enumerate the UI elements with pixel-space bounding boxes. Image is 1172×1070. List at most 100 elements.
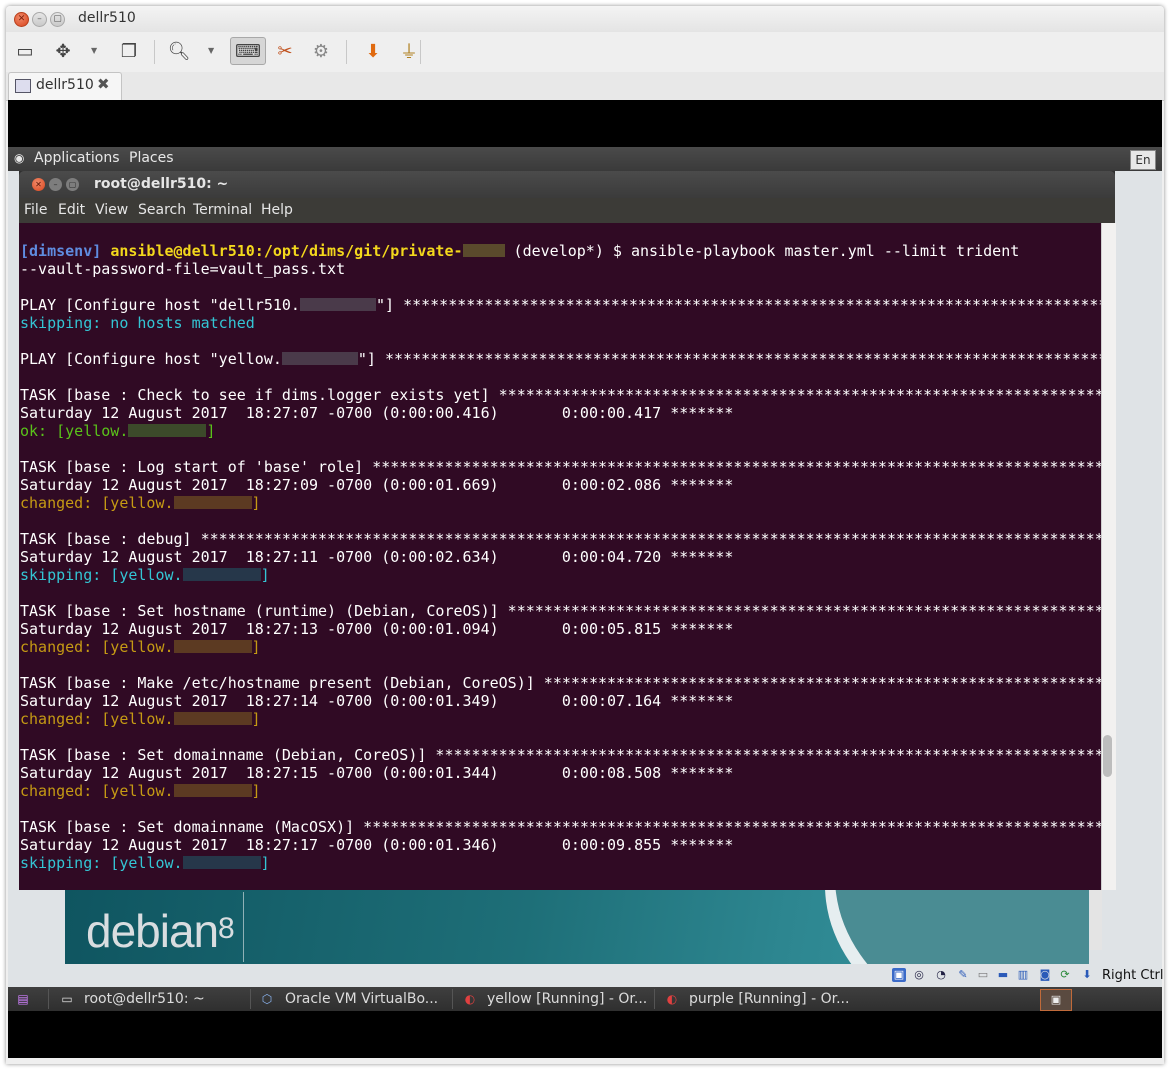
terminal-output[interactable]: [dimsenv] ansible@dellr510:/opt/dims/git… (19, 223, 1101, 890)
fit-window-icon[interactable]: ✥ (50, 38, 76, 64)
maximize-window-button[interactable]: ▢ (50, 12, 65, 27)
wallpaper-divider (243, 892, 244, 962)
task-result-changed: changed: [yellow.] (20, 782, 261, 800)
redacted-text (182, 568, 261, 581)
menu-file[interactable]: File (24, 202, 47, 218)
task-result-skipping: skipping: [yellow.] (20, 566, 270, 584)
taskbar-separator (250, 989, 251, 1009)
task-header: TASK [base : Set hostname (runtime) (Deb… (20, 602, 1101, 620)
task-timestamp: Saturday 12 August 2017 18:27:11 -0700 (… (20, 548, 734, 566)
show-desktop-icon[interactable]: ▤ (16, 992, 30, 1006)
menu-edit[interactable]: Edit (58, 202, 85, 218)
guest-screen-bottom (8, 1011, 1162, 1058)
minimize-terminal-button[interactable]: – (49, 178, 62, 191)
close-terminal-button[interactable]: ✕ (32, 178, 45, 191)
task-header: TASK [base : Set domainname (Debian, Cor… (20, 746, 1101, 764)
tab-dellr510[interactable]: dellr510 ✖ (8, 72, 122, 100)
task-timestamp: Saturday 12 August 2017 18:27:13 -0700 (… (20, 620, 734, 638)
workspace-icon: ▣ (1050, 993, 1062, 1006)
redacted-text (182, 856, 261, 869)
guest-scrollbar[interactable] (1090, 890, 1102, 950)
play-result: skipping: no hosts matched (20, 314, 255, 332)
prompt-branch: (develop*) $ (513, 242, 622, 260)
host-key-label: Right Ctrl (1102, 968, 1164, 983)
tab-label: dellr510 (36, 77, 94, 93)
window-titlebar[interactable]: ✕ – ▢ (6, 6, 1164, 32)
debian-version-text: 8 (218, 912, 235, 945)
task-header: TASK [base : Check to see if dims.logger… (20, 386, 1101, 404)
workspace-switcher[interactable]: ▣ (1040, 989, 1072, 1011)
terminal-icon: ▭ (61, 992, 73, 1006)
prompt-env: [dimsenv] (20, 242, 102, 260)
network-icon[interactable]: ✎ (956, 968, 970, 982)
toolbar-separator (420, 40, 421, 64)
screen-icon[interactable]: ▭ (12, 38, 38, 64)
taskbar-item-terminal[interactable]: root@dellr510: ~ (84, 991, 205, 1007)
windows-icon[interactable]: ❐ (116, 38, 142, 64)
debian-logo-text: debian (86, 905, 219, 957)
keyboard-icon[interactable]: ⌨ (230, 37, 266, 65)
usb-icon[interactable]: ⬇ (360, 38, 386, 64)
taskbar-separator (452, 989, 453, 1009)
redacted-text (462, 244, 505, 257)
close-tab-icon[interactable]: ✖ (97, 75, 110, 93)
plug-icon[interactable]: ⏚ (396, 38, 422, 64)
terminal-scrollbar-thumb[interactable] (1103, 735, 1112, 777)
play-header: PLAY [Configure host "yellow. "] ********… (20, 350, 1101, 368)
optical-drive-icon[interactable]: ◎ (912, 968, 926, 982)
taskbar-item-virtualbox[interactable]: Oracle VM VirtualBo... (285, 991, 438, 1007)
terminal-title: root@dellr510: ~ (94, 176, 229, 192)
redacted-text (173, 496, 252, 509)
display-icon[interactable]: ▬ (996, 968, 1010, 982)
settings-gears-icon[interactable]: ⚙ (308, 38, 334, 64)
redacted-text (128, 424, 207, 437)
tools-icon[interactable]: ✂ (272, 38, 298, 64)
terminal-scrollbar[interactable] (1101, 223, 1116, 890)
task-result-ok: ok: [yellow.] (20, 422, 216, 440)
zoom-icon[interactable]: 🔍︎ (166, 38, 192, 64)
toolbar-separator (346, 40, 347, 64)
menu-help[interactable]: Help (261, 202, 293, 218)
audio-icon[interactable]: ◔ (934, 968, 948, 982)
taskbar-item-purple[interactable]: purple [Running] - Or... (689, 991, 849, 1007)
task-header: TASK [base : Make /etc/hostname present … (20, 674, 1101, 692)
prompt-line: [dimsenv] ansible@dellr510:/opt/dims/git… (20, 242, 1019, 260)
virtualization-icon[interactable]: ⟳ (1058, 968, 1072, 982)
capture-icon[interactable]: ◙ (1038, 968, 1052, 982)
maximize-terminal-button[interactable]: ▢ (66, 178, 79, 191)
task-timestamp: Saturday 12 August 2017 18:27:17 -0700 (… (20, 836, 734, 854)
close-window-button[interactable]: ✕ (14, 12, 29, 27)
harddisk-icon[interactable]: ▣ (892, 968, 906, 982)
keyboard-layout-indicator[interactable]: En (1130, 150, 1156, 170)
terminal-titlebar[interactable]: ✕ – ▢ root@dellr510: ~ (19, 171, 1115, 198)
task-result-changed: changed: [yellow.] (20, 494, 261, 512)
play-header: PLAY [Configure host "dellr510. "] ******… (20, 296, 1101, 314)
window-title: dellr510 (78, 10, 136, 26)
task-result-skipping: skipping: [yellow.] (20, 854, 270, 872)
dropdown-arrow-icon[interactable]: ▼ (91, 46, 97, 55)
virtualbox-icon: ⬡ (261, 992, 273, 1006)
menu-search[interactable]: Search (138, 202, 186, 218)
places-menu[interactable]: Places (129, 150, 174, 166)
debian-swirl-icon[interactable]: ◉ (14, 151, 24, 165)
usb-device-icon[interactable]: ▥ (1016, 968, 1030, 982)
redacted-text (173, 784, 252, 797)
taskbar-separator (654, 989, 655, 1009)
menu-terminal[interactable]: Terminal (193, 202, 252, 218)
toolbar-separator (154, 40, 155, 64)
dropdown-arrow-icon[interactable]: ▼ (208, 46, 214, 55)
vm-running-icon: ◐ (666, 992, 678, 1006)
prompt-command: ansible-playbook master.yml --limit trid… (630, 242, 1020, 260)
mouse-integration-icon[interactable]: ⬇ (1080, 968, 1094, 982)
task-timestamp: Saturday 12 August 2017 18:27:15 -0700 (… (20, 764, 734, 782)
terminal-menubar: File Edit View Search Terminal Help (19, 198, 1115, 223)
applications-menu[interactable]: Applications (34, 150, 120, 166)
redacted-text (173, 640, 252, 653)
guest-top-panel: ◉ Applications Places (8, 147, 1162, 171)
minimize-window-button[interactable]: – (32, 12, 47, 27)
prompt-command-continued: --vault-password-file=vault_pass.txt (20, 260, 346, 278)
menu-view[interactable]: View (95, 202, 128, 218)
shared-folder-icon[interactable]: ▭ (976, 968, 990, 982)
redacted-text (281, 352, 358, 365)
taskbar-item-yellow[interactable]: yellow [Running] - Or... (487, 991, 647, 1007)
